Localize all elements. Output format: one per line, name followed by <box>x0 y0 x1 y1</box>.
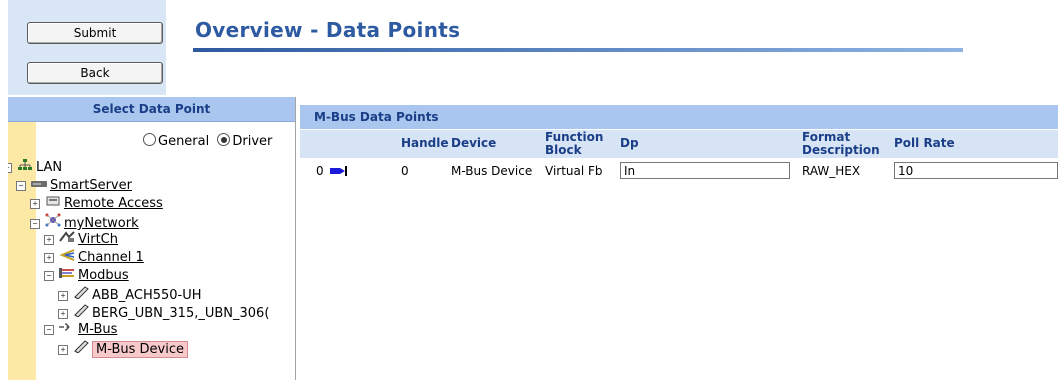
data-points-panel: M-Bus Data Points Handle Device Function… <box>300 97 1058 380</box>
select-data-point-panel: Select Data Point General Driver − LAN −… <box>8 97 296 380</box>
column-header-poll-rate: Poll Rate <box>894 136 955 150</box>
poll-rate-input[interactable]: 10 <box>894 162 1058 179</box>
select-data-point-header: Select Data Point <box>8 97 295 122</box>
back-button[interactable]: Back <box>27 62 163 84</box>
expand-icon[interactable]: + <box>44 253 54 263</box>
column-header-device: Device <box>451 136 497 150</box>
tree-node-virtch[interactable]: + VirtCh <box>44 231 118 249</box>
radio-driver-label: Driver <box>232 134 273 149</box>
device-icon <box>72 303 90 323</box>
tree-node-remote-access[interactable]: + Remote Access <box>30 195 163 213</box>
selected-tree-node-label: M-Bus Device <box>92 341 188 358</box>
top-bar: Submit Back Overview - Data Points <box>0 0 1058 95</box>
page-title: Overview - Data Points <box>195 18 461 42</box>
tree-node-berg-ubn[interactable]: + BERG_UBN_315,_UBN_306( <box>58 303 269 321</box>
tree-node-lan[interactable]: − LAN <box>8 159 62 177</box>
radio-general-label: General <box>158 134 210 149</box>
virtual-channel-icon <box>58 231 76 249</box>
tree-node-label: SmartServer <box>50 178 132 193</box>
radio-general[interactable] <box>143 133 156 146</box>
view-mode-radios: General Driver <box>143 133 276 149</box>
tree-node-channel-1[interactable]: + Channel 1 <box>44 249 144 267</box>
network-icon <box>44 213 62 233</box>
lan-network-icon <box>16 159 34 177</box>
device-icon <box>72 285 90 305</box>
collapse-icon[interactable]: − <box>8 163 12 173</box>
tree-node-m-bus[interactable]: − M-Bus <box>44 321 117 339</box>
button-column: Submit Back <box>8 0 166 95</box>
collapse-icon[interactable]: − <box>30 219 40 229</box>
radio-driver[interactable] <box>217 133 231 146</box>
cell-handle: 0 <box>401 164 409 178</box>
tree-node-label: myNetwork <box>64 216 139 231</box>
table-row: 0 0 M-Bus Device Virtual Fb In RAW_HEX 1… <box>300 159 1058 183</box>
expand-icon[interactable]: + <box>30 199 40 209</box>
device-icon <box>72 339 90 359</box>
expand-icon[interactable]: + <box>58 345 68 355</box>
tree-node-mynetwork[interactable]: − myNetwork <box>30 213 139 231</box>
table-header-row: Handle Device Function Block Dp Format D… <box>300 130 1058 158</box>
column-header-handle: Handle <box>401 136 449 150</box>
expand-icon[interactable]: + <box>58 309 68 319</box>
modbus-icon <box>58 267 76 285</box>
server-icon <box>30 177 48 195</box>
collapse-icon[interactable]: − <box>44 325 54 335</box>
cell-device: M-Bus Device <box>451 164 533 178</box>
mbus-icon <box>58 321 76 339</box>
column-header-dp: Dp <box>620 136 639 150</box>
collapse-icon[interactable]: − <box>44 271 54 281</box>
title-underline <box>193 48 963 52</box>
collapse-icon[interactable]: − <box>16 181 26 191</box>
dp-input[interactable]: In <box>620 162 790 179</box>
cell-function-block: Virtual Fb <box>545 164 603 178</box>
tree-node-label: LAN <box>36 160 63 175</box>
tree-node-m-bus-device[interactable]: + M-Bus Device <box>58 339 188 359</box>
row-index: 0 <box>316 164 324 178</box>
tree-node-label: BERG_UBN_315,_UBN_306( <box>92 306 270 321</box>
cell-format: RAW_HEX <box>802 164 861 178</box>
tree-node-label: M-Bus <box>78 322 118 337</box>
tree-node-smartserver[interactable]: − SmartServer <box>16 177 132 195</box>
tree-node-modbus[interactable]: − Modbus <box>44 267 129 285</box>
tree-node-abb-ach550[interactable]: + ABB_ACH550-UH <box>58 285 202 303</box>
column-header-block: Block <box>545 143 582 157</box>
data-points-header: M-Bus Data Points <box>300 105 1058 129</box>
expand-icon[interactable]: + <box>44 235 54 245</box>
tree-node-label: Channel 1 <box>78 250 144 265</box>
channel-icon <box>58 249 76 267</box>
tree-node-label: Remote Access <box>64 196 163 211</box>
tree-node-label: VirtCh <box>78 232 118 247</box>
column-header-description: Description <box>802 143 880 157</box>
remote-access-icon <box>44 195 62 213</box>
tree-node-label: ABB_ACH550-UH <box>92 288 202 303</box>
tree-node-label: Modbus <box>78 268 129 283</box>
expand-icon[interactable]: + <box>58 291 68 301</box>
submit-button[interactable]: Submit <box>27 22 163 44</box>
flag-icon <box>330 159 348 183</box>
